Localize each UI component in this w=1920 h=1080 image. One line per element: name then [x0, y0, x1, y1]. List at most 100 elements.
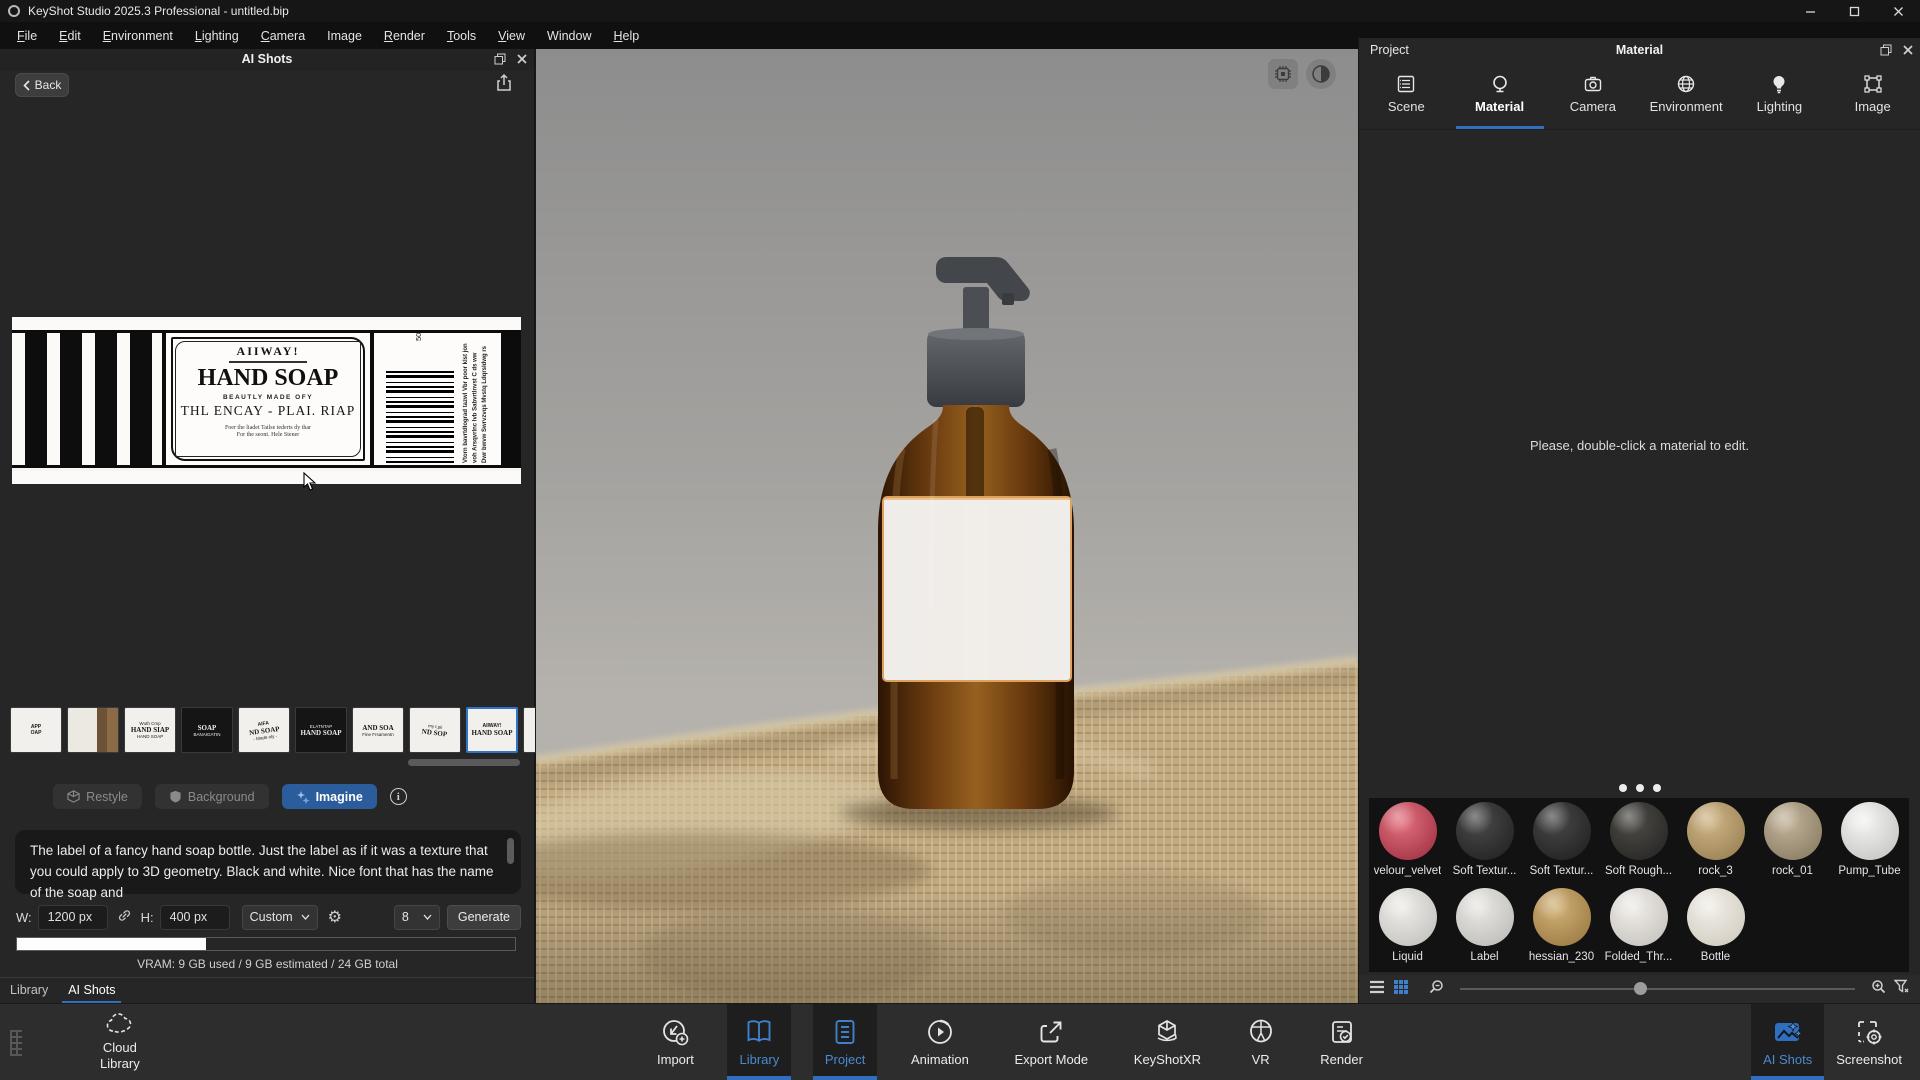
prompt-textarea[interactable]: The label of a fancy hand soap bottle. J… — [15, 830, 521, 894]
chevron-left-icon — [23, 80, 30, 91]
zoom-out-icon[interactable] — [1429, 979, 1444, 999]
material-item[interactable]: Folded_Thr... — [1600, 884, 1677, 970]
label-stripes — [12, 333, 162, 465]
material-item[interactable]: Bottle — [1677, 884, 1754, 970]
toolbar-export-mode[interactable]: Export Mode — [1002, 1004, 1100, 1080]
toolbar-vr[interactable]: VR — [1235, 1004, 1287, 1080]
tab-environment[interactable]: Environment — [1640, 66, 1732, 129]
menu-edit[interactable]: Edit — [48, 24, 92, 48]
toolbar-render[interactable]: Render — [1308, 1004, 1375, 1080]
menu-camera[interactable]: Camera — [250, 24, 316, 48]
close-panel-icon[interactable] — [1902, 43, 1914, 61]
zoom-in-icon[interactable] — [1871, 979, 1886, 999]
tab-material[interactable]: Material — [1454, 66, 1546, 129]
float-panel-icon[interactable] — [494, 52, 506, 70]
close-button[interactable] — [1876, 0, 1920, 22]
thumbnail-7[interactable]: AND SOAFine Frsamentn — [352, 707, 404, 753]
thumbnail-5[interactable]: AIFAND SOAP- Made oly - — [238, 707, 290, 753]
menu-help[interactable]: Help — [603, 24, 651, 48]
share-icon[interactable] — [494, 73, 516, 95]
menu-environment[interactable]: Environment — [92, 24, 184, 48]
thumbnail-1[interactable]: APPOAP — [10, 707, 62, 753]
cube-icon — [67, 790, 80, 803]
minimize-button[interactable] — [1788, 0, 1832, 22]
material-item[interactable]: Pump_Tube — [1831, 798, 1908, 884]
imagine-button[interactable]: Imagine — [282, 784, 377, 809]
toolbar-animation[interactable]: Animation — [899, 1004, 981, 1080]
material-sphere — [1841, 802, 1899, 860]
menu-file[interactable]: File — [6, 24, 48, 48]
menu-render[interactable]: Render — [373, 24, 436, 48]
background-button[interactable]: Background — [155, 784, 269, 809]
toolbar-keyshotxr[interactable]: KeyShotXR — [1122, 1004, 1213, 1080]
menu-lighting[interactable]: Lighting — [184, 24, 250, 48]
animation-play-icon — [926, 1018, 954, 1046]
project-tabs: Scene Material Camera Environment Lighti… — [1359, 66, 1920, 130]
material-item[interactable]: Liquid — [1369, 884, 1446, 970]
tab-image[interactable]: Image — [1827, 66, 1919, 129]
thumbnail-10[interactable]: HANDO — [523, 707, 535, 753]
thumbnail-3[interactable]: Wuth CmpHAND SIAPHAND SOAP — [124, 707, 176, 753]
thumbnail-6[interactable]: ELATNTAPHAND SOAP — [295, 707, 347, 753]
prompt-scrollbar[interactable] — [507, 838, 514, 864]
generate-button[interactable]: Generate — [447, 905, 521, 930]
menu-tools[interactable]: Tools — [436, 24, 487, 48]
grid-view-icon[interactable] — [1393, 979, 1409, 1000]
realtime-3d-viewport[interactable] — [536, 49, 1358, 1003]
toolbar-cloud-library[interactable]: CloudLibrary — [88, 1004, 152, 1080]
tab-scene[interactable]: Scene — [1360, 66, 1452, 129]
back-button[interactable]: Back — [15, 73, 69, 97]
tab-camera[interactable]: Camera — [1547, 66, 1639, 129]
material-item[interactable]: Soft Textur... — [1523, 798, 1600, 884]
generated-label-preview[interactable]: AIIWAY! HAND SOAP BEAUTLY MADE OFY THL E… — [12, 317, 521, 484]
tab-library[interactable]: Library — [0, 979, 58, 1003]
thumbnail-scrollbar[interactable] — [408, 759, 520, 766]
panel-resize-dots[interactable] — [1359, 784, 1920, 792]
contrast-toggle[interactable] — [1306, 59, 1336, 89]
thumbnail-size-slider[interactable] — [1460, 988, 1855, 990]
toolbar-ai-shots[interactable]: AI Shots — [1751, 1004, 1824, 1080]
thumbnail-2[interactable] — [67, 707, 119, 753]
thumbnail-9-selected[interactable]: AIIWAY!HAND SOAP — [466, 707, 518, 753]
material-item[interactable]: Soft Textur... — [1446, 798, 1523, 884]
tab-ai-shots[interactable]: AI Shots — [58, 979, 125, 1003]
batch-count-dropdown[interactable]: 8 — [394, 905, 440, 930]
float-panel-icon[interactable] — [1880, 43, 1892, 61]
menu-image[interactable]: Image — [316, 24, 373, 48]
camera-icon — [1583, 74, 1603, 94]
toolbar-import[interactable]: Import — [645, 1004, 706, 1080]
restyle-button[interactable]: Restyle — [53, 784, 142, 809]
settings-gear-icon[interactable]: ⚙ — [328, 907, 342, 927]
material-item[interactable]: Label — [1446, 884, 1523, 970]
label-subtitle-text: THL ENCAY - PLAI. RIAP — [181, 403, 356, 419]
material-item[interactable]: velour_velvet — [1369, 798, 1446, 884]
label-center-frame: AIIWAY! HAND SOAP BEAUTLY MADE OFY THL E… — [162, 333, 374, 465]
menu-view[interactable]: View — [487, 24, 536, 48]
info-icon[interactable]: i — [390, 788, 407, 805]
toolbar-project[interactable]: Project — [813, 1004, 877, 1080]
import-icon — [661, 1018, 689, 1046]
filter-funnel-icon[interactable] — [1894, 979, 1910, 999]
material-item[interactable]: hessian_230 — [1523, 884, 1600, 970]
material-item[interactable]: Soft Rough... — [1600, 798, 1677, 884]
thumbnail-4[interactable]: SOAPBANAIGATIN — [181, 707, 233, 753]
toolbar-library[interactable]: Library — [727, 1004, 791, 1080]
maximize-button[interactable] — [1832, 0, 1876, 22]
close-panel-icon[interactable] — [516, 52, 528, 70]
link-aspect-icon[interactable] — [117, 908, 132, 926]
toolbar-screenshot[interactable]: Screenshot — [1824, 1004, 1914, 1080]
tab-lighting[interactable]: Lighting — [1733, 66, 1825, 129]
app-icon — [8, 5, 20, 17]
list-view-icon[interactable] — [1369, 980, 1385, 999]
preset-dropdown[interactable]: Custom — [242, 905, 318, 930]
material-item[interactable]: rock_3 — [1677, 798, 1754, 884]
thumbnail-8[interactable]: my LpiiND SOP — [409, 707, 461, 753]
cloud-icon — [105, 1012, 135, 1034]
height-input[interactable]: 400 px — [160, 905, 230, 930]
width-input[interactable]: 1200 px — [38, 905, 108, 930]
toolbar-grip-handle[interactable] — [10, 1030, 22, 1056]
slider-thumb[interactable] — [1634, 982, 1647, 995]
gpu-mode-toggle[interactable] — [1268, 59, 1298, 89]
material-item[interactable]: rock_01 — [1754, 798, 1831, 884]
menu-window[interactable]: Window — [536, 24, 602, 48]
